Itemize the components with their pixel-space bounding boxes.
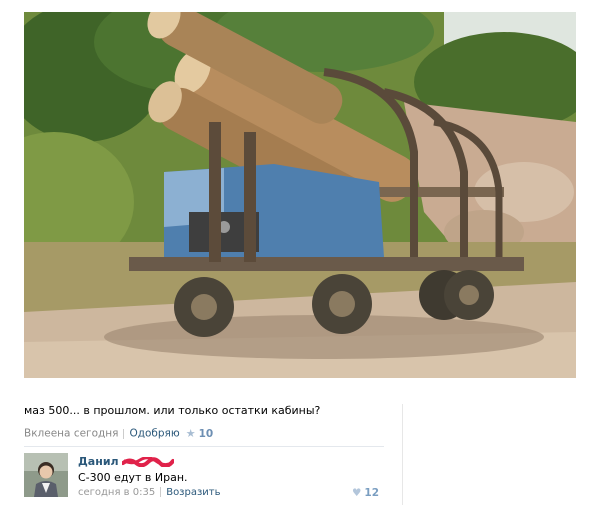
comment-author[interactable]: Данил — [78, 455, 175, 468]
comment-author-name[interactable]: Данил — [78, 455, 119, 468]
like-button[interactable]: Одобряю — [129, 428, 179, 440]
comment-like[interactable]: ♥ 12 — [352, 487, 379, 499]
redaction-scribble — [122, 457, 175, 467]
separator — [160, 487, 162, 497]
comment-like-count: 12 — [364, 487, 380, 499]
heart-icon: ♥ — [352, 487, 362, 499]
reply-button[interactable]: Возразить — [166, 487, 220, 498]
comment-time[interactable]: сегодня в 0:35 — [78, 487, 155, 498]
divider — [24, 446, 384, 447]
like-count: 10 — [198, 427, 214, 440]
post-text: маз 500... в прошлом. или только остатки… — [24, 404, 321, 417]
post-photo[interactable] — [24, 12, 576, 378]
post-meta: Вклеена сегодня Одобряю ★ 10 — [24, 427, 384, 440]
comment-text: С-300 едут в Иран. — [78, 471, 188, 484]
post-date: Вклеена сегодня — [24, 427, 119, 440]
separator — [123, 428, 125, 439]
star-icon: ★ — [185, 427, 196, 440]
comment-meta: сегодня в 0:35 Возразить — [78, 487, 221, 498]
column-divider — [402, 404, 403, 505]
avatar[interactable] — [24, 453, 68, 497]
